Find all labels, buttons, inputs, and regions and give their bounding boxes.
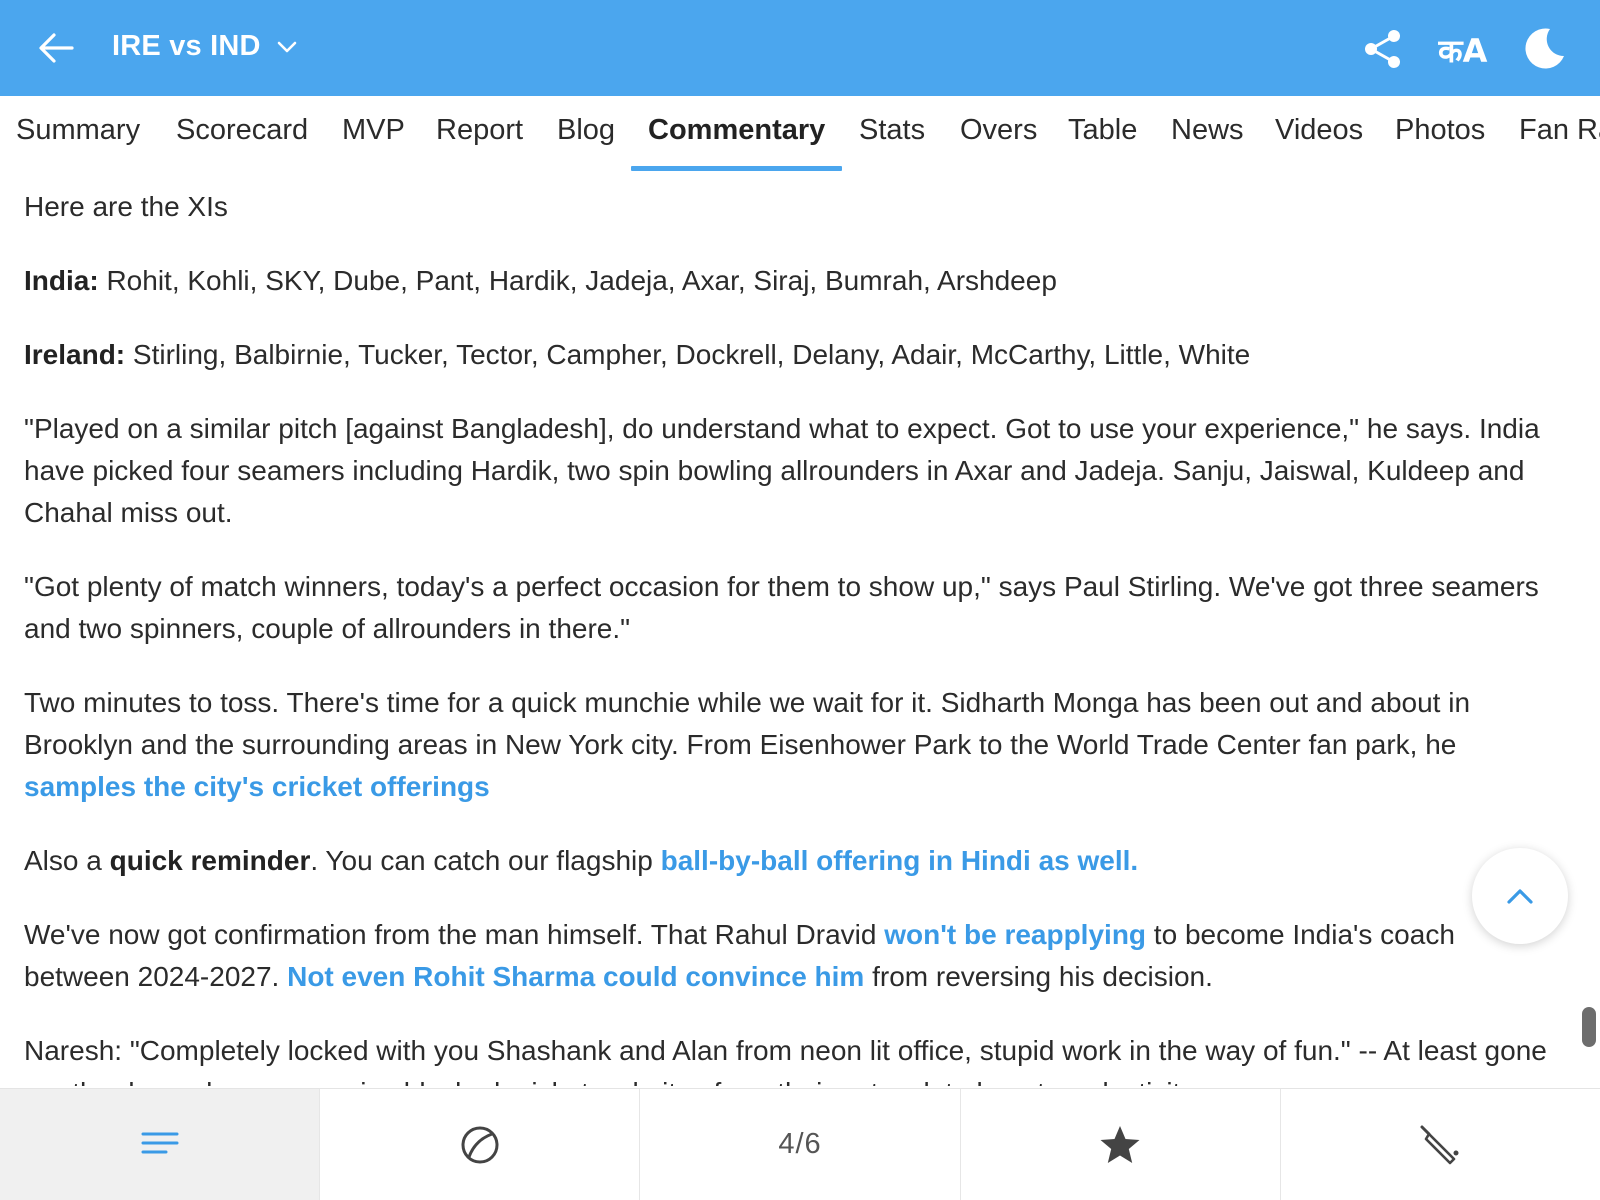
page-indicator: 4/6 bbox=[778, 1128, 822, 1160]
menu-icon bbox=[141, 1132, 179, 1153]
tab-photos[interactable]: Photos bbox=[1395, 114, 1485, 147]
tab-mvp[interactable]: MVP bbox=[342, 114, 405, 147]
article-link[interactable]: ball-by-ball offering in Hindi as well. bbox=[661, 845, 1139, 876]
back-arrow-icon[interactable] bbox=[36, 28, 76, 68]
commentary-text: "Got plenty of match winners, today's a … bbox=[24, 571, 1539, 644]
ball-icon bbox=[461, 1126, 499, 1163]
team-label: India: bbox=[24, 265, 99, 296]
commentary-item: Also a quick reminder. You can catch our… bbox=[24, 840, 1554, 882]
commentary-item: Two minutes to toss. There's time for a … bbox=[24, 682, 1554, 808]
active-tab-indicator bbox=[631, 166, 842, 171]
chevron-up-icon bbox=[1507, 889, 1533, 904]
commentary-feed: Here are the XIs India: Rohit, Kohli, SK… bbox=[24, 186, 1554, 1086]
playing-xi: Stirling, Balbirnie, Tucker, Tector, Cam… bbox=[125, 339, 1251, 370]
scroll-to-top-button[interactable] bbox=[1472, 848, 1568, 944]
bottom-nav-pagination[interactable]: 4/6 bbox=[639, 1089, 959, 1200]
team-label: Ireland: bbox=[24, 339, 126, 370]
language-toggle-icon[interactable]: कA bbox=[1438, 28, 1492, 70]
bottom-nav-ball[interactable] bbox=[319, 1089, 639, 1200]
bottom-nav-bat[interactable] bbox=[1279, 1089, 1600, 1200]
commentary-item: Naresh: "Completely locked with you Shas… bbox=[24, 1030, 1554, 1086]
tab-videos[interactable]: Videos bbox=[1275, 114, 1363, 147]
commentary-text: Two minutes to toss. There's time for a … bbox=[24, 687, 1471, 760]
tab-stats[interactable]: Stats bbox=[859, 114, 925, 147]
commentary-item: Ireland: Stirling, Balbirnie, Tucker, Te… bbox=[24, 334, 1554, 376]
tab-blog[interactable]: Blog bbox=[557, 114, 615, 147]
tab-overs[interactable]: Overs bbox=[960, 114, 1037, 147]
tab-scorecard[interactable]: Scorecard bbox=[176, 114, 308, 147]
article-link[interactable]: Not even Rohit Sharma could convince him bbox=[287, 961, 864, 992]
commentary-item: "Got plenty of match winners, today's a … bbox=[24, 566, 1554, 650]
commentary-item: Here are the XIs bbox=[24, 186, 1554, 228]
share-icon[interactable] bbox=[1362, 28, 1404, 70]
tab-news[interactable]: News bbox=[1171, 114, 1244, 147]
commentary-item: "Played on a similar pitch [against Bang… bbox=[24, 408, 1554, 534]
tab-summary[interactable]: Summary bbox=[16, 114, 140, 147]
match-title-dropdown[interactable]: IRE vs IND bbox=[112, 30, 299, 63]
chevron-down-icon bbox=[277, 41, 296, 52]
scrollbar-thumb[interactable] bbox=[1582, 1007, 1596, 1047]
star-icon bbox=[1100, 1125, 1140, 1163]
playing-xi: Rohit, Kohli, SKY, Dube, Pant, Hardik, J… bbox=[98, 265, 1057, 296]
match-tabs: Summary Scorecard MVP Report Blog Commen… bbox=[0, 96, 1600, 176]
dark-mode-moon-icon[interactable] bbox=[1522, 26, 1566, 70]
commentary-text: We've now got confirmation from the man … bbox=[24, 919, 885, 950]
language-toggle-text: कA bbox=[1438, 32, 1488, 70]
bottom-nav-favourites[interactable] bbox=[959, 1089, 1280, 1200]
commentary-text: from reversing his decision. bbox=[864, 961, 1213, 992]
commentary-item: We've now got confirmation from the man … bbox=[24, 914, 1554, 998]
article-link[interactable]: samples the city's cricket offerings bbox=[24, 771, 490, 802]
tab-fan-ratings[interactable]: Fan Ra bbox=[1519, 114, 1600, 147]
commentary-text: Naresh: "Completely locked with you Shas… bbox=[24, 1035, 1547, 1086]
emphasis-text: quick reminder bbox=[109, 845, 311, 876]
tab-commentary[interactable]: Commentary bbox=[648, 114, 825, 147]
tab-table[interactable]: Table bbox=[1068, 114, 1137, 147]
bottom-nav: 4/6 bbox=[0, 1088, 1600, 1200]
commentary-text: . You can catch our flagship bbox=[310, 845, 661, 876]
commentary-text: "Played on a similar pitch [against Bang… bbox=[24, 413, 1540, 528]
commentary-item: India: Rohit, Kohli, SKY, Dube, Pant, Ha… bbox=[24, 260, 1554, 302]
tab-report[interactable]: Report bbox=[436, 114, 523, 147]
cricket-bat-icon bbox=[1420, 1125, 1459, 1164]
bottom-nav-menu[interactable] bbox=[0, 1089, 320, 1200]
match-title: IRE vs IND bbox=[112, 30, 261, 62]
app-bar: IRE vs IND कA bbox=[0, 0, 1600, 96]
commentary-text: Also a bbox=[24, 845, 110, 876]
commentary-text: Here are the XIs bbox=[24, 191, 228, 222]
article-link[interactable]: won't be reapplying bbox=[884, 919, 1146, 950]
